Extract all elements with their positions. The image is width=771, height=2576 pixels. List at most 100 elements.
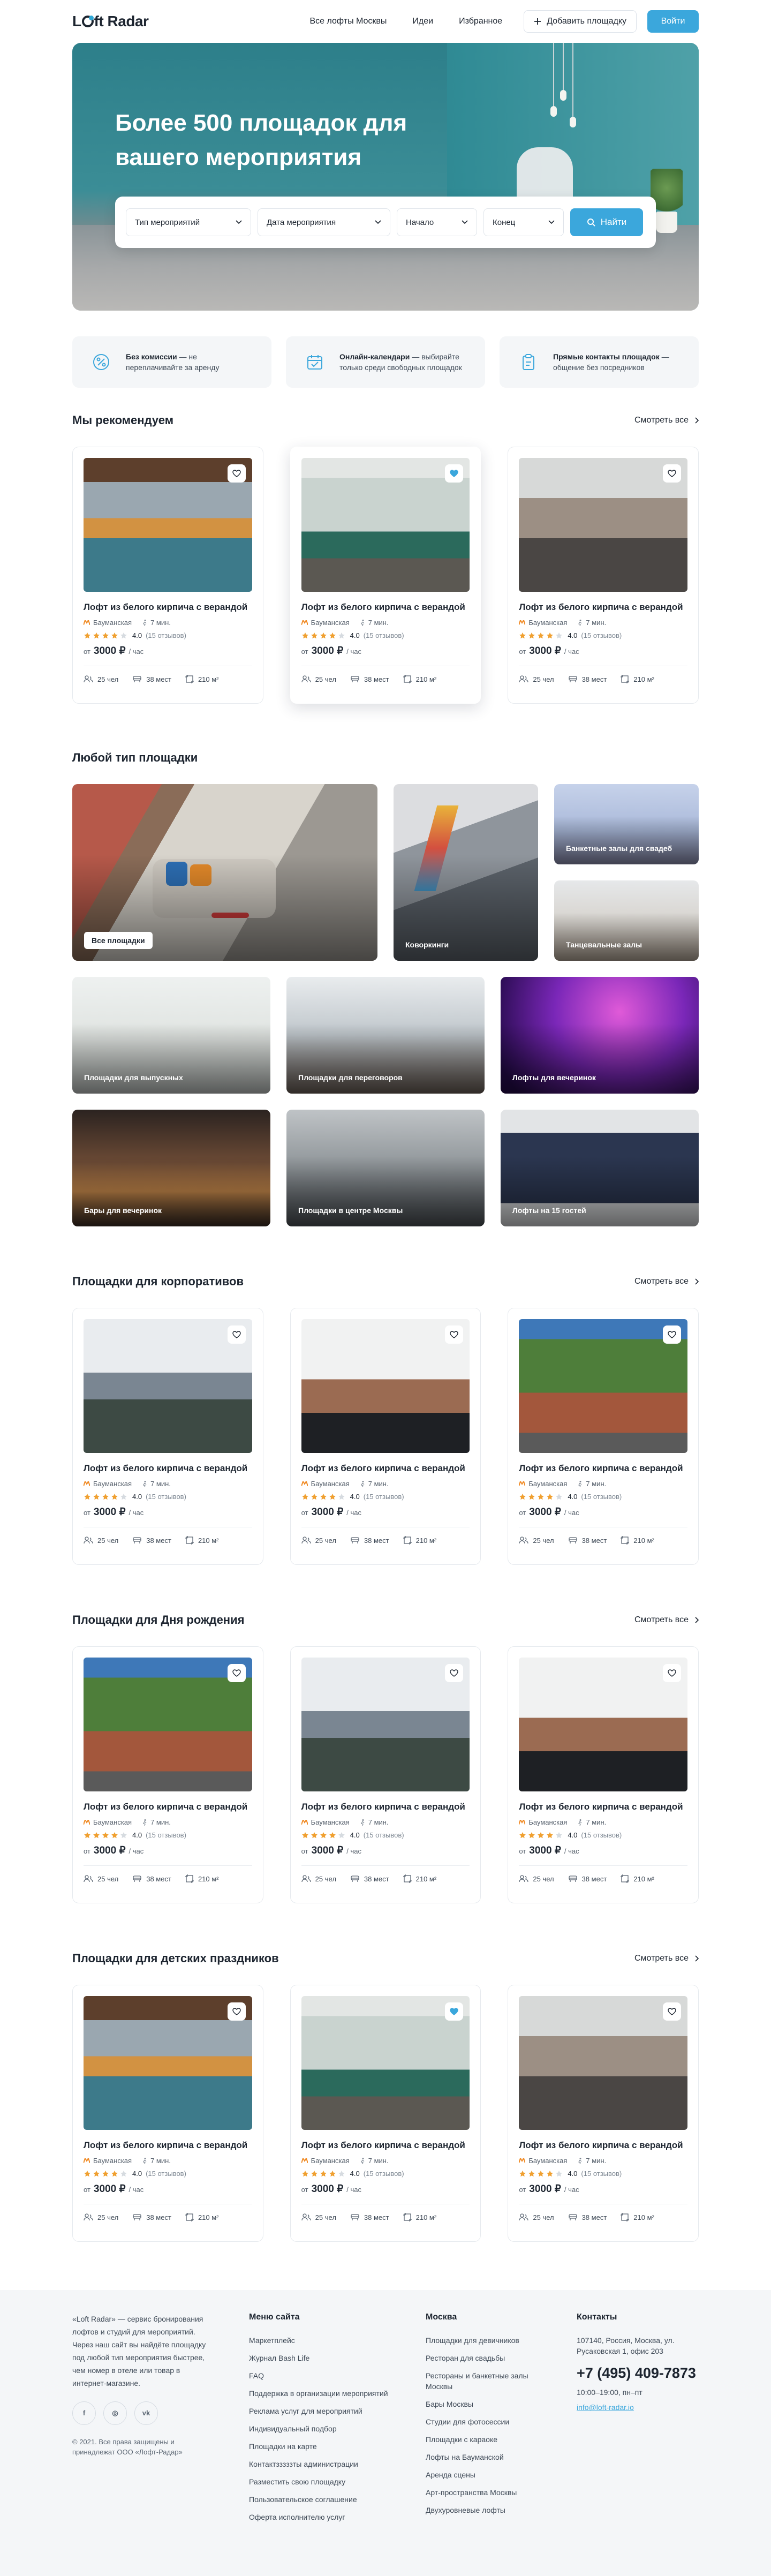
reviews-count[interactable]: (15 отзывов): [364, 631, 404, 639]
see-all-link[interactable]: Смотреть все: [634, 416, 699, 425]
venue-title[interactable]: Лофт из белого кирпича с верандой: [519, 1801, 687, 1813]
event-date-select[interactable]: Дата мероприятия: [258, 208, 390, 236]
venue-card[interactable]: Лофт из белого кирпича с верандой Бауман…: [290, 1308, 481, 1565]
facebook-icon[interactable]: f: [72, 2401, 96, 2425]
favorite-button[interactable]: [227, 2002, 246, 2021]
reviews-count[interactable]: (15 отзывов): [146, 1831, 186, 1839]
reviews-count[interactable]: (15 отзывов): [581, 631, 622, 639]
footer-link[interactable]: Реклама услуг для мероприятий: [249, 2406, 399, 2416]
footer-link[interactable]: Площадки с караоке: [426, 2434, 549, 2445]
venue-title[interactable]: Лофт из белого кирпича с верандой: [84, 601, 252, 613]
reviews-count[interactable]: (15 отзывов): [364, 1831, 404, 1839]
venue-card[interactable]: Лофт из белого кирпича с верандой Бауман…: [72, 1985, 263, 2242]
footer-link[interactable]: Аренда сцены: [426, 2469, 549, 2480]
favorite-button[interactable]: [663, 1664, 682, 1682]
reviews-count[interactable]: (15 отзывов): [581, 2170, 622, 2178]
reviews-count[interactable]: (15 отзывов): [146, 631, 186, 639]
venue-photo[interactable]: [519, 1996, 688, 2130]
tile-15-guests-lofts[interactable]: Лофты на 15 гостей: [501, 1110, 699, 1226]
venue-title[interactable]: Лофт из белого кирпича с верандой: [301, 1801, 470, 1813]
venue-card[interactable]: Лофт из белого кирпича с верандой Бауман…: [508, 1985, 699, 2242]
nav-favorites[interactable]: Избранное: [459, 17, 502, 26]
venue-photo[interactable]: [301, 458, 470, 592]
favorite-button[interactable]: [663, 1325, 682, 1344]
footer-link[interactable]: Бары Москвы: [426, 2399, 549, 2409]
venue-title[interactable]: Лофт из белого кирпича с верандой: [84, 1463, 252, 1474]
favorite-button[interactable]: [227, 464, 246, 483]
venue-card[interactable]: Лофт из белого кирпича с верандой Бауман…: [72, 447, 263, 704]
tile-dance-halls[interactable]: Танцевальные залы: [554, 880, 699, 961]
venue-title[interactable]: Лофт из белого кирпича с верандой: [84, 1801, 252, 1813]
favorite-button[interactable]: [663, 2002, 682, 2021]
reviews-count[interactable]: (15 отзывов): [146, 1493, 186, 1501]
phone-number[interactable]: +7 (495) 409-7873: [577, 2365, 699, 2382]
footer-link[interactable]: Маркетплейс: [249, 2335, 399, 2346]
favorite-button[interactable]: [227, 1325, 246, 1344]
footer-link[interactable]: Контактзззззты администрации: [249, 2459, 399, 2469]
reviews-count[interactable]: (15 отзывов): [146, 2170, 186, 2178]
venue-title[interactable]: Лофт из белого кирпича с верандой: [519, 1463, 687, 1474]
favorite-button[interactable]: [445, 464, 464, 483]
logo[interactable]: Lft Radar: [72, 13, 149, 30]
footer-link[interactable]: Разместить свою площадку: [249, 2476, 399, 2487]
login-button[interactable]: Войти: [647, 10, 699, 33]
venue-card[interactable]: Лофт из белого кирпича с верандой Бауман…: [72, 1646, 263, 1903]
favorite-button[interactable]: [663, 464, 682, 483]
venue-title[interactable]: Лофт из белого кирпича с верандой: [519, 601, 687, 613]
see-all-link[interactable]: Смотреть все: [634, 1615, 699, 1625]
venue-card[interactable]: Лофт из белого кирпича с верандой Бауман…: [72, 1308, 263, 1565]
venue-title[interactable]: Лофт из белого кирпича с верандой: [84, 2140, 252, 2151]
venue-photo[interactable]: [301, 1658, 470, 1791]
venue-title[interactable]: Лофт из белого кирпича с верандой: [519, 2140, 687, 2151]
venue-card[interactable]: Лофт из белого кирпича с верандой Бауман…: [290, 1985, 481, 2242]
venue-photo[interactable]: [519, 1319, 688, 1453]
tile-coworkings[interactable]: Коворкинги: [394, 784, 538, 961]
footer-link[interactable]: Площадки на карте: [249, 2441, 399, 2452]
reviews-count[interactable]: (15 отзывов): [581, 1831, 622, 1839]
tile-party-lofts[interactable]: Лофты для вечеринок: [501, 977, 699, 1094]
nav-ideas[interactable]: Идеи: [412, 17, 433, 26]
footer-link[interactable]: Пользовательское соглашение: [249, 2494, 399, 2505]
venue-card[interactable]: Лофт из белого кирпича с верандой Бауман…: [508, 447, 699, 704]
tile-wedding-halls[interactable]: Банкетные залы для свадеб: [554, 784, 699, 864]
footer-link[interactable]: Студии для фотосессии: [426, 2416, 549, 2427]
see-all-link[interactable]: Смотреть все: [634, 1954, 699, 1963]
reviews-count[interactable]: (15 отзывов): [364, 2170, 404, 2178]
footer-link[interactable]: Двухуровневые лофты: [426, 2505, 549, 2515]
reviews-count[interactable]: (15 отзывов): [364, 1493, 404, 1501]
venue-photo[interactable]: [519, 1658, 688, 1791]
venue-card[interactable]: Лофт из белого кирпича с верандой Бауман…: [508, 1308, 699, 1565]
venue-card[interactable]: Лофт из белого кирпича с верандой Бауман…: [290, 1646, 481, 1903]
event-type-select[interactable]: Тип мероприятий: [126, 208, 251, 236]
footer-link[interactable]: Оферта исполнителю услуг: [249, 2512, 399, 2522]
tile-all-venues[interactable]: Все площадки: [72, 784, 377, 961]
favorite-button[interactable]: [445, 1664, 464, 1682]
footer-link[interactable]: Поддержка в организации мероприятий: [249, 2388, 399, 2399]
favorite-button[interactable]: [445, 1325, 464, 1344]
footer-link[interactable]: Лофты на Бауманской: [426, 2452, 549, 2462]
start-time-select[interactable]: Начало: [397, 208, 477, 236]
footer-link[interactable]: Рестораны и банкетные залы Москвы: [426, 2370, 549, 2392]
footer-link[interactable]: Индивидуальный подбор: [249, 2423, 399, 2434]
venue-title[interactable]: Лофт из белого кирпича с верандой: [301, 2140, 470, 2151]
reviews-count[interactable]: (15 отзывов): [581, 1493, 622, 1501]
see-all-link[interactable]: Смотреть все: [634, 1277, 699, 1286]
footer-link[interactable]: Журнал Bash Life: [249, 2353, 399, 2363]
tile-center-venues[interactable]: Площадки в центре Москвы: [286, 1110, 485, 1226]
venue-photo[interactable]: [84, 1658, 252, 1791]
footer-link[interactable]: Ресторан для свадьбы: [426, 2353, 549, 2363]
venue-photo[interactable]: [519, 458, 688, 592]
favorite-button[interactable]: [445, 2002, 464, 2021]
tile-party-bars[interactable]: Бары для вечеринок: [72, 1110, 270, 1226]
venue-photo[interactable]: [84, 1996, 252, 2130]
venue-photo[interactable]: [301, 1319, 470, 1453]
footer-link[interactable]: Площадки для девичников: [426, 2335, 549, 2346]
favorite-button[interactable]: [227, 1664, 246, 1682]
venue-photo[interactable]: [84, 1319, 252, 1453]
venue-photo[interactable]: [301, 1996, 470, 2130]
end-time-select[interactable]: Конец: [483, 208, 564, 236]
venue-card[interactable]: Лофт из белого кирпича с верандой Бауман…: [290, 447, 481, 704]
email-link[interactable]: info@loft-radar.io: [577, 2403, 634, 2412]
vk-icon[interactable]: vk: [134, 2401, 158, 2425]
venue-title[interactable]: Лофт из белого кирпича с верандой: [301, 601, 470, 613]
